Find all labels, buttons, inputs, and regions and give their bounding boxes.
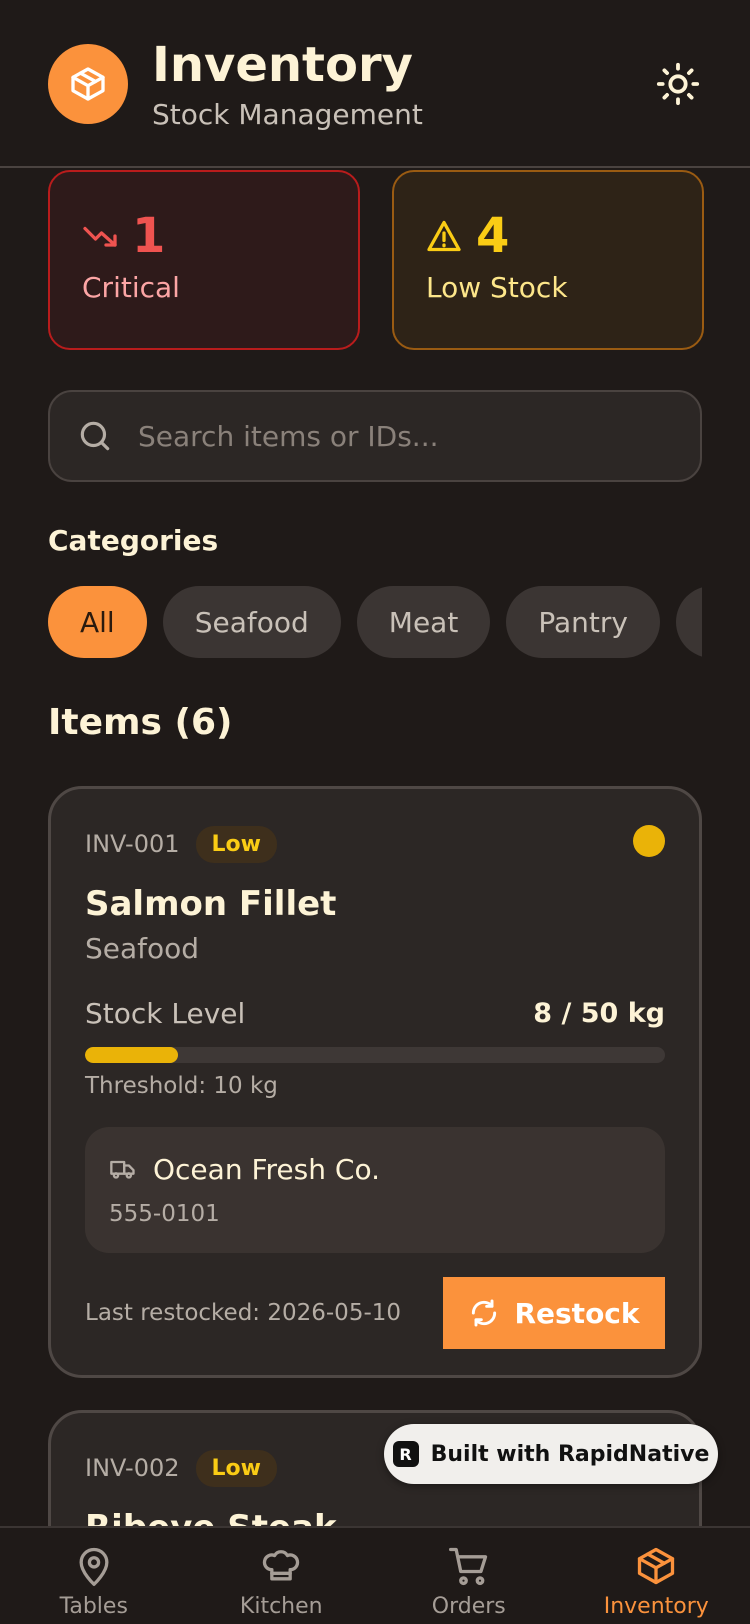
threshold-text: Threshold: 10 kg <box>85 1073 278 1099</box>
nav-label-kitchen: Kitchen <box>239 1594 323 1619</box>
cart-icon <box>448 1547 487 1586</box>
built-with-badge[interactable]: R Built with RapidNative <box>384 1424 718 1484</box>
inventory-item-card[interactable]: INV-001 Low Salmon Fillet Seafood Stock … <box>48 786 702 1378</box>
theme-toggle-button[interactable] <box>654 60 702 108</box>
trending-down-icon <box>83 226 117 247</box>
supplier-box: Ocean Fresh Co. 555-0101 <box>85 1127 665 1253</box>
critical-count: 1 <box>132 208 166 264</box>
restock-button-label: Restock <box>514 1296 640 1330</box>
map-pin-icon <box>79 1547 109 1586</box>
item-id: INV-002 <box>85 1454 180 1482</box>
status-badge: Low <box>195 825 277 863</box>
item-category: Seafood <box>85 932 200 965</box>
category-chip-pantry[interactable]: Pantry <box>506 586 660 658</box>
low-stock-count: 4 <box>476 208 510 264</box>
bottom-navigation: Tables Kitchen Orders Inventory <box>0 1526 750 1624</box>
critical-label: Critical <box>82 271 180 304</box>
page-subtitle: Stock Management <box>152 98 423 131</box>
nav-label-inventory: Inventory <box>603 1594 709 1619</box>
warning-icon <box>427 220 461 252</box>
status-badge: Low <box>195 1449 277 1487</box>
nav-label-orders: Orders <box>431 1594 506 1619</box>
nav-item-orders[interactable]: Orders <box>375 1528 563 1624</box>
rapidnative-logo-icon: R <box>392 1441 419 1467</box>
restock-button[interactable]: Restock <box>443 1277 665 1349</box>
sun-icon <box>656 62 700 106</box>
low-stock-label: Low Stock <box>426 271 568 304</box>
nav-item-tables[interactable]: Tables <box>0 1528 188 1624</box>
critical-stat-card[interactable]: 1 Critical <box>48 170 360 350</box>
supplier-phone: 555-0101 <box>109 1201 220 1227</box>
box-icon <box>638 1547 675 1585</box>
box-icon <box>48 44 128 124</box>
supplier-name: Ocean Fresh Co. <box>153 1152 380 1186</box>
category-chips: All Seafood Meat Pantry H <box>48 586 702 658</box>
stock-level-label: Stock Level <box>85 996 246 1030</box>
stock-progress-bar <box>85 1047 665 1063</box>
search-icon <box>80 421 110 451</box>
item-name: Salmon Fillet <box>85 884 337 924</box>
refresh-icon <box>472 1299 497 1327</box>
nav-item-inventory[interactable]: Inventory <box>563 1528 750 1624</box>
low-stock-stat-card[interactable]: 4 Low Stock <box>392 170 704 350</box>
built-with-label: Built with RapidNative <box>430 1441 710 1467</box>
category-chip-all[interactable]: All <box>48 586 147 658</box>
search-input[interactable] <box>138 419 658 453</box>
items-heading: Items (6) <box>48 702 233 743</box>
page-title: Inventory <box>152 37 413 93</box>
stock-progress-fill <box>85 1047 178 1063</box>
nav-label-tables: Tables <box>59 1594 128 1619</box>
status-dot <box>633 825 665 857</box>
stock-level-value: 8 / 50 kg <box>533 997 665 1029</box>
truck-icon <box>110 1160 135 1179</box>
category-chip-seafood[interactable]: Seafood <box>162 586 341 658</box>
nav-item-kitchen[interactable]: Kitchen <box>188 1528 376 1624</box>
category-chip-meat[interactable]: Meat <box>356 586 491 658</box>
app-header: Inventory Stock Management <box>0 0 750 168</box>
item-id: INV-001 <box>85 830 180 858</box>
search-bar <box>48 390 702 482</box>
categories-heading: Categories <box>48 524 219 557</box>
category-chip-next[interactable]: H <box>675 586 702 658</box>
last-restocked-text: Last restocked: 2026-05-10 <box>85 1300 402 1326</box>
chef-hat-icon <box>263 1550 300 1581</box>
